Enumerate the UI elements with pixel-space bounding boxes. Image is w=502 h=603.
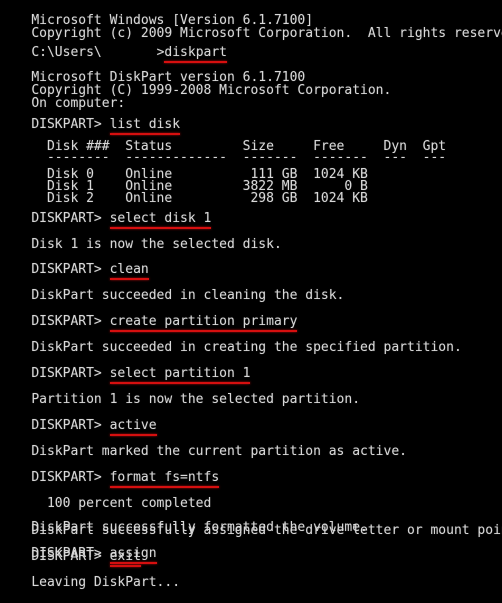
output-create-partition-text: DiskPart succeeded in creating the speci… <box>31 340 462 355</box>
prompt-gap <box>102 211 110 226</box>
diskpart-prompt-label: DISKPART> <box>31 418 102 433</box>
command-clean[interactable]: clean <box>109 263 149 280</box>
command-create-partition-primary[interactable]: create partition primary <box>109 315 297 332</box>
prompt-line-exit[interactable]: DISKPART> exit <box>0 537 142 576</box>
diskpart-prompt-label: DISKPART> <box>31 470 102 485</box>
prompt-gap <box>102 549 110 564</box>
prompt-gap <box>102 418 110 433</box>
command-prompt-console[interactable]: Microsoft Windows [Version 6.1.7100] Cop… <box>0 0 502 583</box>
prompt-gap <box>102 314 110 329</box>
output-active-text: DiskPart marked the current partition as… <box>31 444 407 459</box>
prompt-gap <box>102 262 110 277</box>
diskpart-prompt-label: DISKPART> <box>31 549 102 564</box>
diskpart-prompt-label: DISKPART> <box>31 211 102 226</box>
diskpart-prompt-label: DISKPART> <box>31 366 102 381</box>
command-select-partition-1[interactable]: select partition 1 <box>109 367 250 384</box>
output-select-partition-text: Partition 1 is now the selected partitio… <box>31 392 361 407</box>
diskpart-prompt-label: DISKPART> <box>31 314 102 329</box>
output-format-text: DiskPart successfully formatted the volu… <box>31 520 368 535</box>
prompt-gap <box>102 470 110 485</box>
diskpart-prompt-label: DISKPART> <box>31 262 102 277</box>
command-select-disk-1[interactable]: select disk 1 <box>109 212 211 229</box>
command-format-fs-ntfs[interactable]: format fs=ntfs <box>109 471 219 488</box>
output-clean-text: DiskPart succeeded in cleaning the disk. <box>31 288 345 303</box>
command-exit[interactable]: exit <box>109 550 142 567</box>
command-active[interactable]: active <box>109 419 157 436</box>
prompt-gap <box>102 366 110 381</box>
